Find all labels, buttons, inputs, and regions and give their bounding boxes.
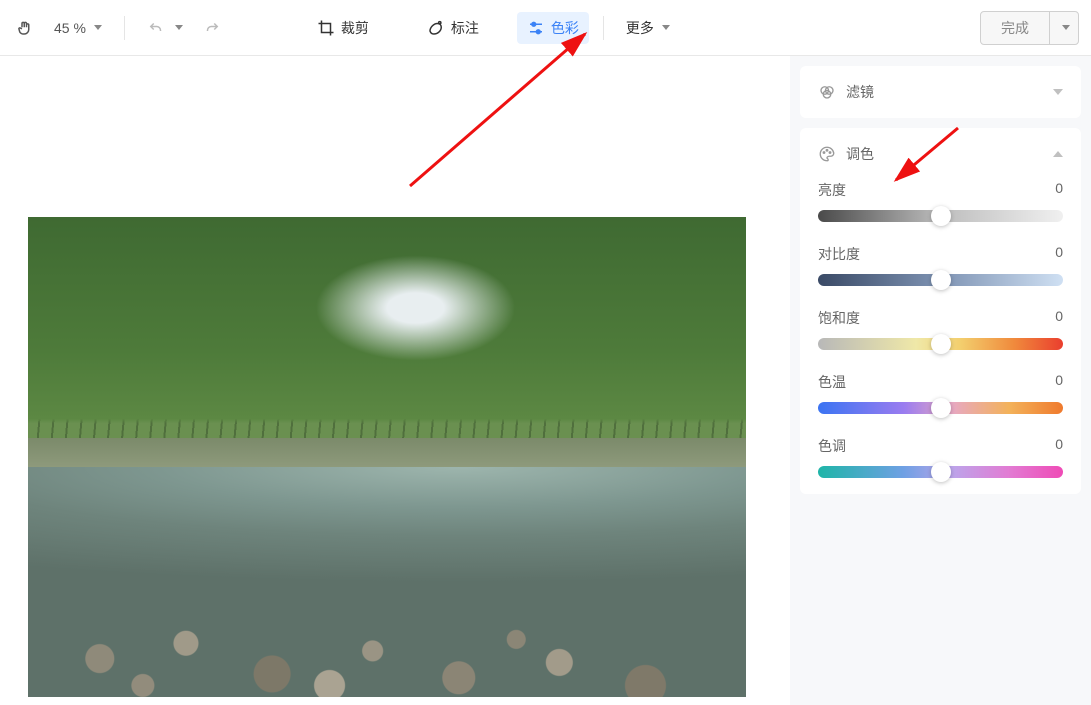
palette-icon	[818, 145, 836, 163]
separator	[603, 16, 604, 40]
slider-row: 色调 0	[818, 436, 1063, 478]
adjust-panel-header[interactable]: 调色	[818, 144, 1063, 164]
slider-row: 亮度 0	[818, 180, 1063, 222]
image-preview[interactable]	[28, 217, 746, 697]
slider-label: 对比度	[818, 244, 860, 264]
adjust-panel: 调色 亮度 0 对比度 0 饱和度 0 色温 0 色调 0	[800, 128, 1081, 494]
annotate-button[interactable]: 标注	[417, 12, 489, 44]
slider-value: 0	[1055, 180, 1063, 200]
main-area: 滤镜 调色 亮度 0 对比度 0 饱和度 0 色温 0 色调 0	[0, 56, 1091, 705]
color-label: 色彩	[551, 18, 579, 38]
slider-4[interactable]	[818, 466, 1063, 478]
slider-label: 亮度	[818, 180, 846, 200]
done-dropdown[interactable]	[1049, 12, 1078, 44]
crop-icon	[317, 19, 335, 37]
slider-value: 0	[1055, 244, 1063, 264]
separator	[124, 16, 125, 40]
done-label: 完成	[1001, 20, 1029, 36]
more-label: 更多	[626, 18, 654, 38]
slider-row: 对比度 0	[818, 244, 1063, 286]
chevron-down-icon	[175, 25, 183, 30]
slider-label: 色调	[818, 436, 846, 456]
adjust-sliders: 亮度 0 对比度 0 饱和度 0 色温 0 色调 0	[818, 180, 1063, 478]
color-sliders-icon	[527, 19, 545, 37]
crop-button[interactable]: 裁剪	[307, 12, 379, 44]
slider-label: 饱和度	[818, 308, 860, 328]
done-button-group: 完成	[980, 11, 1079, 45]
redo-button[interactable]	[195, 13, 229, 43]
slider-thumb[interactable]	[931, 206, 951, 226]
chevron-up-icon	[1053, 151, 1063, 157]
annotate-icon	[427, 19, 445, 37]
filters-panel-header[interactable]: 滤镜	[818, 82, 1063, 102]
slider-row: 色温 0	[818, 372, 1063, 414]
canvas-area	[0, 56, 790, 705]
chevron-down-icon	[662, 25, 670, 30]
color-button[interactable]: 色彩	[517, 12, 589, 44]
more-dropdown[interactable]: 更多	[618, 12, 678, 44]
done-button[interactable]: 完成	[981, 12, 1049, 44]
filters-icon	[818, 83, 836, 101]
slider-row: 饱和度 0	[818, 308, 1063, 350]
chevron-down-icon	[94, 25, 102, 30]
slider-thumb[interactable]	[931, 398, 951, 418]
top-toolbar: 45 % 裁剪 标注 色彩 更多	[0, 0, 1091, 56]
annotate-label: 标注	[451, 18, 479, 38]
zoom-dropdown[interactable]: 45 %	[46, 16, 110, 40]
slider-thumb[interactable]	[931, 462, 951, 482]
adjust-title: 调色	[846, 144, 1043, 164]
slider-1[interactable]	[818, 274, 1063, 286]
slider-thumb[interactable]	[931, 270, 951, 290]
zoom-value: 45 %	[54, 20, 86, 36]
hand-icon	[16, 19, 34, 37]
hand-tool-button[interactable]	[8, 13, 42, 43]
slider-value: 0	[1055, 436, 1063, 456]
crop-label: 裁剪	[341, 18, 369, 38]
chevron-down-icon	[1053, 89, 1063, 95]
undo-icon	[147, 19, 165, 37]
slider-2[interactable]	[818, 338, 1063, 350]
undo-button[interactable]	[139, 13, 191, 43]
slider-value: 0	[1055, 372, 1063, 392]
slider-3[interactable]	[818, 402, 1063, 414]
slider-label: 色温	[818, 372, 846, 392]
redo-icon	[203, 19, 221, 37]
slider-value: 0	[1055, 308, 1063, 328]
filters-panel: 滤镜	[800, 66, 1081, 118]
filters-title: 滤镜	[846, 82, 1043, 102]
slider-0[interactable]	[818, 210, 1063, 222]
chevron-down-icon	[1062, 25, 1070, 30]
right-sidebar: 滤镜 调色 亮度 0 对比度 0 饱和度 0 色温 0 色调 0	[790, 56, 1091, 705]
slider-thumb[interactable]	[931, 334, 951, 354]
